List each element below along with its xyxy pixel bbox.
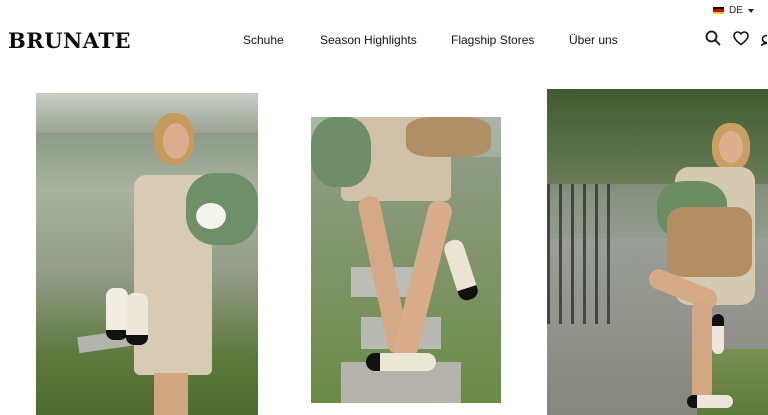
gallery-photo-1[interactable] xyxy=(36,93,258,415)
german-flag-icon xyxy=(713,7,724,14)
nav-item-flagship-stores[interactable]: Flagship Stores xyxy=(451,33,534,47)
account-icon[interactable] xyxy=(761,30,767,46)
search-icon[interactable] xyxy=(705,30,721,46)
nav-item-schuhe[interactable]: Schuhe xyxy=(243,33,284,47)
heart-icon[interactable] xyxy=(733,30,749,46)
language-label: DE xyxy=(729,5,743,16)
gallery-photo-3[interactable] xyxy=(547,89,768,415)
nav-item-season-highlights[interactable]: Season Highlights xyxy=(320,33,417,47)
header-actions xyxy=(705,30,767,46)
gallery-photo-2[interactable] xyxy=(311,117,501,403)
site-header: BRUNATE Schuhe Season Highlights Flagshi… xyxy=(0,24,768,56)
nav-item-ueber-uns[interactable]: Über uns xyxy=(569,33,618,47)
language-selector[interactable]: DE xyxy=(713,5,754,16)
chevron-down-icon xyxy=(747,8,754,13)
main-navigation: Schuhe Season Highlights Flagship Stores… xyxy=(0,33,768,49)
page: DE BRUNATE Schuhe Season Highlights Flag… xyxy=(0,0,768,415)
